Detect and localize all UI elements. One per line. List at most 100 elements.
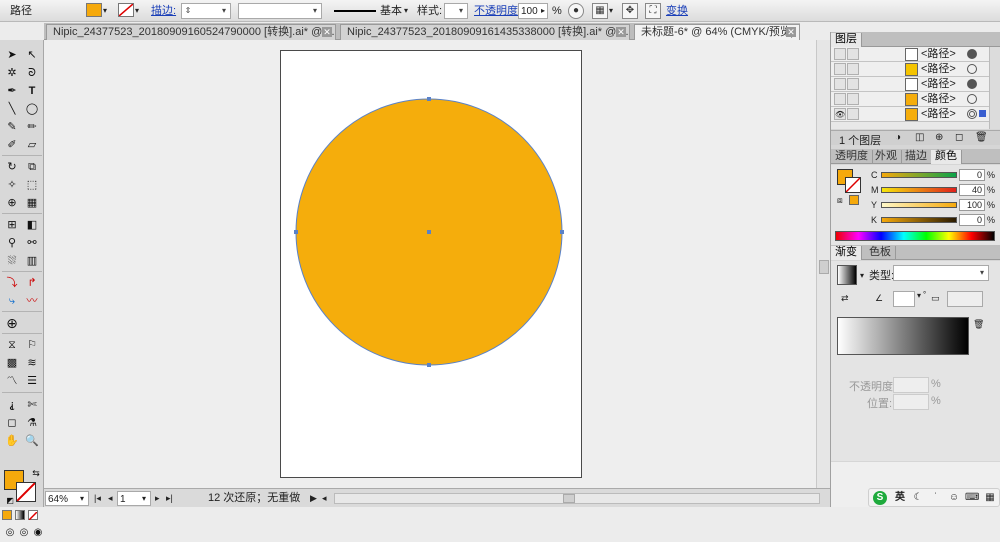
isolate-icon[interactable]: ✥ [622,3,638,19]
line-tool-icon[interactable]: ╲ [2,100,22,118]
lock-toggle[interactable] [847,63,859,75]
live-paint-selection-icon[interactable]: ↱ [22,274,42,292]
clip-mask-icon[interactable]: ◫ [915,132,924,143]
status-menu-arrow[interactable]: ▶ [310,491,317,506]
scroll-thumb[interactable] [819,260,829,274]
gradient-type-select[interactable]: ▾ [893,265,989,281]
stroke-swatch[interactable] [118,3,134,17]
color-mode-icon[interactable] [2,510,12,520]
lasso-icon[interactable]: ᘐ [22,64,42,82]
gradient-position-input[interactable] [893,394,929,410]
perspective-grid-icon[interactable]: ▦ [22,194,42,212]
channel-slider[interactable] [881,172,957,178]
cube-icon[interactable]: ⧈ [837,195,843,206]
fill-swatch[interactable] [86,3,102,17]
direct-selection-tool-icon[interactable]: ↖ [22,46,42,64]
layer-row[interactable]: <路径> [831,77,989,92]
blob-brush-icon[interactable]: ✐ [2,136,22,154]
layer-row[interactable]: <路径> [831,92,989,107]
slice-select-icon[interactable]: 〰 [22,292,42,310]
mosaic-tool-icon[interactable]: ▩ [2,354,22,372]
type-tool-icon[interactable]: T [22,82,42,100]
list-tool-icon[interactable]: ☰ [22,372,42,390]
ellipse-tool-icon[interactable]: ◯ [22,100,42,118]
zoom-dropdown-arrow[interactable]: ▾ [80,491,84,506]
color-stroke-box[interactable] [845,177,861,193]
pencil-icon[interactable]: ✏ [22,118,42,136]
last-color-swatch[interactable] [849,195,859,205]
last-page-icon[interactable]: ▸| [166,491,173,506]
gradient-opacity-input[interactable] [893,377,929,393]
hand-tool-icon[interactable]: ✋ [2,432,22,450]
target-icon[interactable] [967,94,977,104]
channel-slider[interactable] [881,217,957,223]
pen-tool-icon[interactable]: ✒ [2,82,22,100]
none-mode-icon[interactable] [28,510,38,521]
mesh-tool-icon[interactable]: ⊞ [2,216,22,234]
moon-icon[interactable]: ☾ [911,491,925,505]
tab-stroke[interactable]: 描边 [901,150,932,164]
scissors-tool-icon[interactable]: ✄ [22,396,42,414]
visibility-toggle[interactable] [834,93,846,105]
free-transform-icon[interactable]: ⬚ [22,176,42,194]
live-paint-bucket-icon[interactable]: ⤵ [2,274,22,292]
visibility-toggle[interactable] [834,48,846,60]
delete-stop-icon[interactable]: 🗑 [973,319,984,330]
rotate-tool-icon[interactable]: ↻ [2,158,22,176]
zoom-tool-icon[interactable]: 🔍 [22,432,42,450]
anchor-point-left[interactable] [294,230,298,234]
gradient-ramp[interactable] [837,317,969,355]
locate-object-icon[interactable]: ◑ [895,132,901,143]
brush-dropdown-arrow[interactable]: ▾ [404,3,408,19]
eyedropper-icon[interactable]: ⚲ [2,234,22,252]
anchor-point-right[interactable] [560,230,564,234]
keyboard-icon[interactable]: ⌨ [965,491,979,505]
aspect-ratio-input[interactable] [947,291,983,307]
angle-dropdown-arrow[interactable]: ▾ [917,291,921,300]
delete-layer-icon[interactable]: 🗑 [975,132,988,143]
hscroll-left-icon[interactable]: ◂ [322,491,327,506]
swap-colors-icon[interactable]: ⇆ [26,464,46,482]
layer-row[interactable]: <路径> [831,62,989,77]
shape-builder-icon[interactable]: ⊕ [2,194,22,212]
brush-definition-icon[interactable] [334,3,376,19]
center-point[interactable] [427,230,431,234]
color-spectrum[interactable] [835,231,995,241]
scroll-thumb[interactable] [563,494,575,503]
lock-toggle[interactable] [847,48,859,60]
tab-color[interactable]: 颜色 [931,150,962,164]
gradient-mode-icon[interactable] [15,510,25,520]
close-icon[interactable]: ✕ [786,27,796,37]
page-dropdown-arrow[interactable]: ▾ [142,491,146,506]
recolor-artwork-icon[interactable]: ● [568,3,584,19]
first-page-icon[interactable]: |◂ [94,491,101,506]
wave-tool-icon[interactable]: ≋ [22,354,42,372]
emoji-icon[interactable]: ☺ [947,491,961,505]
next-page-icon[interactable]: ▸ [155,491,160,506]
reverse-gradient-icon[interactable]: ⇄ [841,293,849,304]
screen-mode-icon[interactable]: ◉ [28,524,48,542]
eye-icon[interactable]: 👁 [834,108,846,120]
paintbrush-icon[interactable]: ✎ [2,118,22,136]
default-colors-icon[interactable]: ◩ [0,492,20,510]
eraser-icon[interactable]: ▱ [22,136,42,154]
crop-tool-icon[interactable]: ◻ [2,414,22,432]
canvas-area[interactable] [44,40,816,488]
align-dropdown-arrow[interactable]: ▾ [609,3,613,19]
angle-input[interactable] [893,291,915,307]
channel-slider[interactable] [881,202,957,208]
anchor-point-bottom[interactable] [427,363,431,367]
visibility-toggle[interactable] [834,78,846,90]
new-sublayer-icon[interactable]: ⊕ [935,132,943,143]
fit-icon[interactable]: ⛶ [645,3,661,19]
lock-toggle[interactable] [847,93,859,105]
channel-value[interactable]: 100 [959,199,985,211]
style-dropdown[interactable]: ▾ [444,3,468,19]
layer-row[interactable]: 👁 <路径> [831,107,989,122]
new-layer-icon[interactable]: ◻ [955,132,963,143]
tab-appearance[interactable]: 外观 [871,150,902,164]
prev-page-icon[interactable]: ◂ [108,491,113,506]
tab-document-2[interactable]: Nipic_24377523_20180909161435338000 [转换]… [340,24,630,40]
opacity-dropdown-arrow[interactable]: ▸ [541,3,545,19]
target-icon[interactable] [967,109,977,119]
